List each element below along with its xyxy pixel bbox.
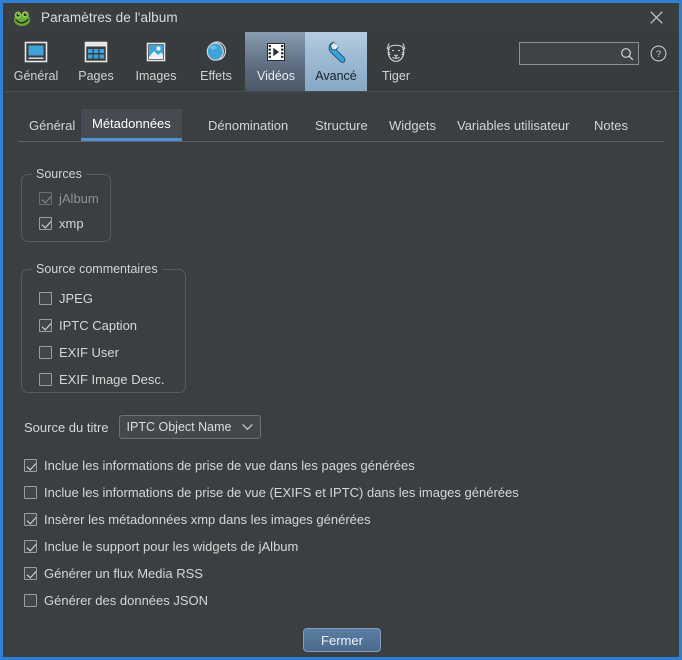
tiger-head-icon <box>381 36 411 67</box>
checkbox-box[interactable] <box>39 319 52 332</box>
title-source-label: Source du titre <box>24 419 109 435</box>
pages-grid-icon <box>81 36 111 67</box>
sources-group-title: Sources <box>32 167 86 181</box>
checkbox-row-include-shooting-info-pages[interactable]: Inclue les informations de prise de vue … <box>24 458 415 473</box>
close-dialog-button[interactable]: Fermer <box>303 628 381 652</box>
checkbox-label: Inclue le support pour les widgets de jA… <box>44 539 299 554</box>
checkbox-row-jalbum: jAlbum <box>39 191 99 206</box>
help-question-icon[interactable]: ? <box>650 45 667 62</box>
checkbox-label: JPEG <box>59 291 93 306</box>
checkbox-row-include-widget-support[interactable]: Inclue le support pour les widgets de jA… <box>24 539 298 554</box>
checkbox-box[interactable] <box>24 459 37 472</box>
toolbar-item-label: Effets <box>200 69 232 83</box>
checkbox-label: Générer un flux Media RSS <box>44 566 203 581</box>
video-filmstrip-icon <box>261 36 291 67</box>
wrench-icon <box>321 36 351 67</box>
tab-label: Dénomination <box>208 117 289 133</box>
window-title: Paramètres de l'album <box>41 10 178 25</box>
toolbar-item-videos[interactable]: Vidéos <box>245 32 307 91</box>
tab-denomination[interactable]: Dénomination <box>197 109 299 141</box>
checkbox-box[interactable] <box>24 594 37 607</box>
toolbar-item-effets[interactable]: Effets <box>185 32 247 91</box>
image-photo-icon <box>141 36 171 67</box>
frog-icon <box>14 10 30 26</box>
toolbar-item-general[interactable]: Général <box>5 32 67 91</box>
tab-label: Variables utilisateur <box>457 117 570 133</box>
toolbar-item-label: Pages <box>78 69 114 83</box>
general-window-icon <box>21 36 51 67</box>
tab-structure[interactable]: Structure <box>304 109 379 141</box>
checkbox-label: EXIF User <box>59 345 119 360</box>
close-icon <box>649 11 663 24</box>
tab-variables-utilisateur[interactable]: Variables utilisateur <box>446 109 580 141</box>
checkbox-row-xmp[interactable]: xmp <box>39 216 84 231</box>
close-window-button[interactable] <box>633 3 679 32</box>
checkbox-row-generate-json[interactable]: Générer des données JSON <box>24 593 208 608</box>
tab-notes[interactable]: Notes <box>583 109 639 141</box>
checkbox-row-exif-user[interactable]: EXIF User <box>39 345 119 360</box>
tab-general[interactable]: Général <box>18 109 86 141</box>
toolbar-item-label: Tiger <box>381 69 410 83</box>
toolbar-item-pages[interactable]: Pages <box>65 32 127 91</box>
tab-widgets[interactable]: Widgets <box>378 109 447 141</box>
toolbar-item-label: Images <box>135 69 177 83</box>
toolbar-item-label: Vidéos <box>257 69 295 83</box>
checkbox-box[interactable] <box>39 373 52 386</box>
toolbar-item-label: Général <box>13 69 59 83</box>
comment-source-group-title: Source commentaires <box>32 262 162 276</box>
settings-tabstrip: Général Métadonnées Dénomination Structu… <box>18 109 664 142</box>
checkbox-box[interactable] <box>39 292 52 305</box>
checkbox-row-iptc-caption[interactable]: IPTC Caption <box>39 318 137 333</box>
title-source-value: IPTC Object Name <box>126 420 232 434</box>
search-icon <box>621 47 634 60</box>
sources-groupbox: Sources jAlbum xmp <box>21 167 111 242</box>
main-toolbar: Général Pages Images Effets Vidéos Avanc… <box>3 32 679 92</box>
toolbar-item-tiger[interactable]: Tiger <box>365 32 427 91</box>
checkbox-box[interactable] <box>24 567 37 580</box>
checkbox-row-include-shooting-info-images[interactable]: Inclue les informations de prise de vue … <box>24 485 519 500</box>
tab-label: Structure <box>315 117 368 133</box>
checkbox-label: IPTC Caption <box>59 318 138 333</box>
svg-text:?: ? <box>656 49 661 60</box>
close-dialog-button-label: Fermer <box>321 632 363 648</box>
title-source-row: Source du titre IPTC Object Name <box>24 415 261 439</box>
toolbar-item-label: Avancé <box>315 69 357 83</box>
album-settings-window: Paramètres de l'album Général Pages Imag… <box>0 0 682 660</box>
title-source-select[interactable]: IPTC Object Name <box>118 415 261 439</box>
checkbox-row-exif-image-desc[interactable]: EXIF Image Desc. <box>39 372 164 387</box>
checkbox-row-insert-xmp-metadata[interactable]: Insèrer les métadonnées xmp dans les ima… <box>24 512 371 527</box>
checkbox-label: Insèrer les métadonnées xmp dans les ima… <box>44 512 371 527</box>
chevron-down-icon <box>241 424 253 431</box>
checkbox-label: EXIF Image Desc. <box>59 372 165 387</box>
tab-label: Widgets <box>389 117 436 133</box>
checkbox-row-generate-media-rss[interactable]: Générer un flux Media RSS <box>24 566 203 581</box>
checkbox-row-jpeg[interactable]: JPEG <box>39 291 93 306</box>
checkbox-label: Inclue les informations de prise de vue … <box>44 458 415 473</box>
tab-label: Métadonnées <box>92 116 171 131</box>
search-box[interactable] <box>519 42 639 65</box>
title-bar: Paramètres de l'album <box>3 3 679 32</box>
effects-circle-icon <box>201 36 231 67</box>
checkbox-box[interactable] <box>24 540 37 553</box>
checkbox-box <box>39 192 52 205</box>
checkbox-label: Générer des données JSON <box>44 593 209 608</box>
tab-label: Général <box>29 117 76 133</box>
checkbox-box[interactable] <box>39 217 52 230</box>
toolbar-item-images[interactable]: Images <box>125 32 187 91</box>
checkbox-box[interactable] <box>24 513 37 526</box>
tab-label: Notes <box>594 117 628 133</box>
checkbox-label: jAlbum <box>59 191 99 206</box>
checkbox-box[interactable] <box>24 486 37 499</box>
toolbar-item-avance[interactable]: Avancé <box>305 32 367 91</box>
checkbox-label: Inclue les informations de prise de vue … <box>44 485 519 500</box>
checkbox-label: xmp <box>59 216 84 231</box>
tab-metadonnees[interactable]: Métadonnées <box>81 109 182 141</box>
search-input[interactable] <box>520 45 620 62</box>
checkbox-box[interactable] <box>39 346 52 359</box>
comment-source-groupbox: Source commentaires JPEG IPTC Caption EX… <box>21 262 186 393</box>
